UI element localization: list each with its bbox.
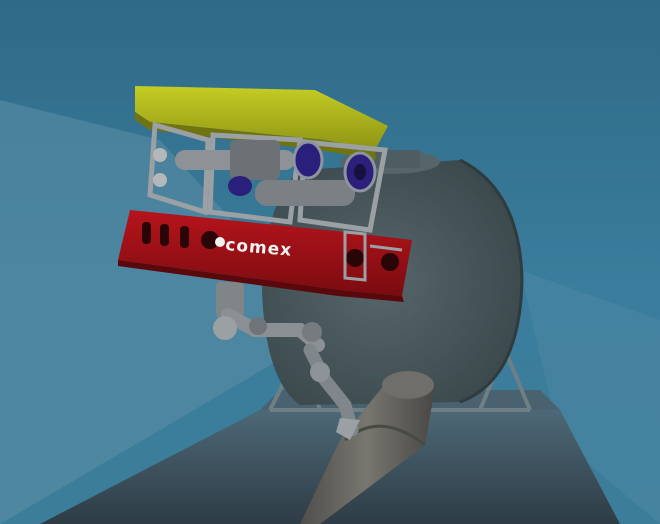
simulation-viewport: comex [0, 0, 660, 524]
rov-brand-logo-icon [215, 237, 225, 247]
thruster-1 [292, 140, 324, 180]
